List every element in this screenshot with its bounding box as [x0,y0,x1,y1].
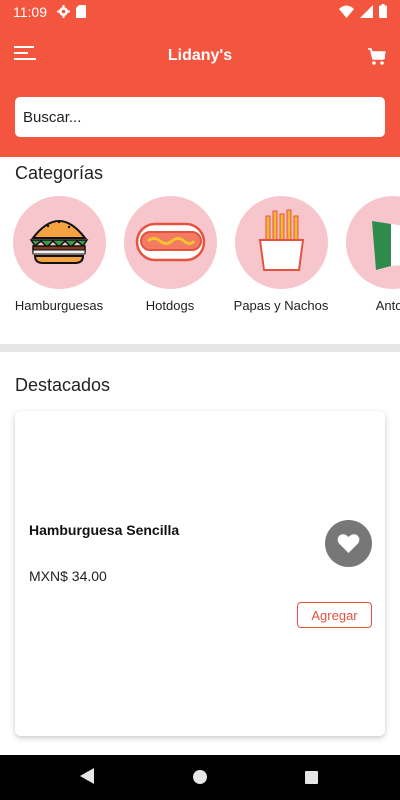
product-card[interactable]: Hamburguesa Sencilla MXN$ 34.00 Agregar [15,411,385,736]
hotdog-icon [135,222,205,262]
app-title: Lidany's [167,47,233,64]
back-icon[interactable] [80,768,94,784]
recents-icon[interactable] [305,771,318,784]
gear-icon [57,5,70,18]
categories-title: Categorías [15,163,104,183]
status-bar: 11:09 [0,0,400,24]
flag-icon [371,221,400,270]
category-label: Antoji [375,298,400,313]
category-label: Papas y Nachos [233,298,329,313]
product-name: Hamburguesa Sencilla [29,522,180,538]
heart-icon [337,534,360,553]
battery-icon [379,4,387,18]
featured-title: Destacados [15,375,111,395]
product-price: MXN$ 34.00 [29,568,107,584]
category-hotdogs[interactable]: Hotdogs [115,196,225,314]
category-papas-nachos[interactable]: Papas y Nachos [226,196,336,314]
signal-icon [360,4,373,18]
sd-card-icon [76,5,86,18]
cart-icon [368,48,386,65]
categories-list: Hamburguesas Hotdogs Papas y Nachos Anto [0,196,400,336]
category-antojitos[interactable]: Antoji [337,196,400,314]
category-hamburguesas[interactable]: Hamburguesas [4,196,114,314]
section-divider [0,344,400,352]
home-icon[interactable] [193,770,207,784]
add-to-cart-button[interactable]: Agregar [297,602,372,628]
navigation-bar [0,755,400,800]
fries-icon [258,209,304,271]
burger-icon [29,220,88,264]
search-input[interactable] [15,97,385,137]
status-time: 11:09 [13,4,47,20]
category-label: Hotdogs [145,298,195,313]
cart-button[interactable] [368,48,386,66]
category-label: Hamburguesas [14,298,104,313]
favorite-button[interactable] [325,520,372,567]
wifi-icon [339,5,354,18]
app-bar: Lidany's [0,24,400,157]
